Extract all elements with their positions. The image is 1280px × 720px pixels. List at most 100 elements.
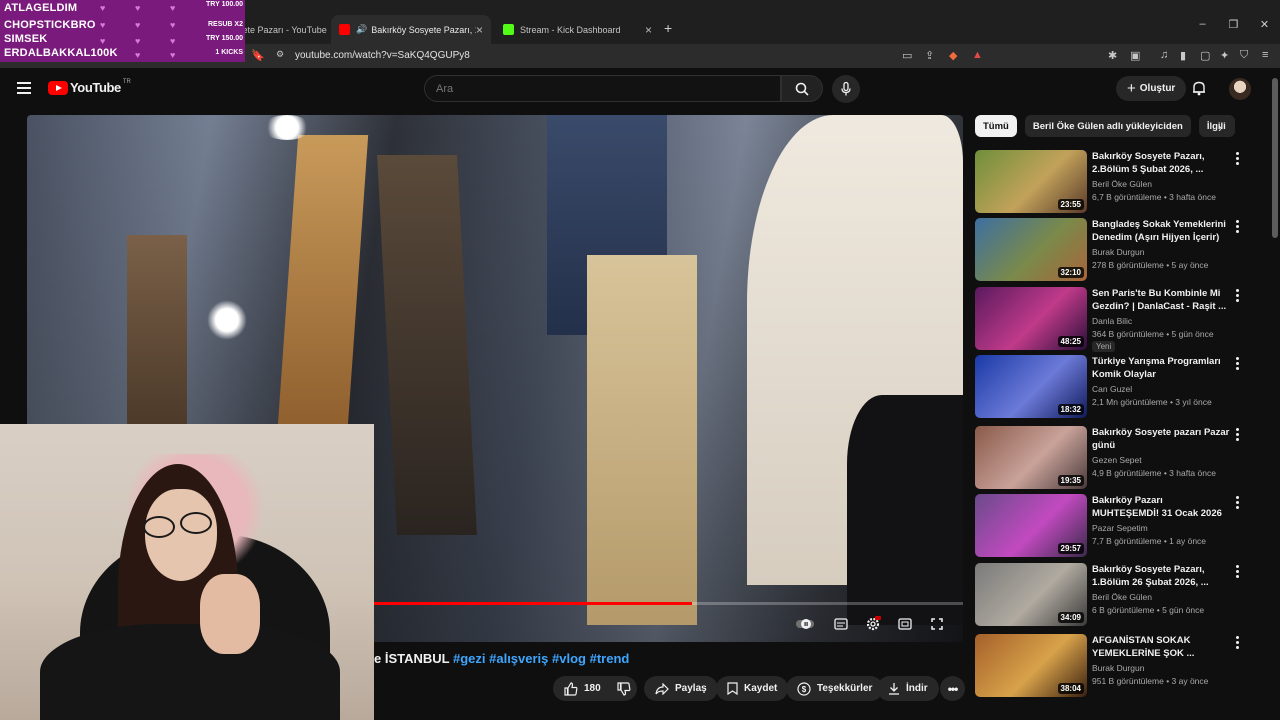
voice-search-button[interactable] <box>832 75 860 103</box>
subtitles-button[interactable] <box>830 615 852 633</box>
site-info-icon[interactable]: ⚙ <box>276 49 284 60</box>
restore-icon[interactable]: ❐ <box>1218 18 1249 31</box>
minimize-icon[interactable]: – <box>1187 18 1218 31</box>
settings-button[interactable] <box>862 615 884 633</box>
hamburger-menu-icon[interactable] <box>17 82 31 94</box>
cast-icon[interactable]: ▭ <box>902 49 912 62</box>
heart-icon: ♥ <box>100 36 106 46</box>
more-vertical-icon[interactable] <box>1236 152 1240 167</box>
rewards-icon[interactable]: ▲ <box>972 49 983 61</box>
menu-icon[interactable]: ≡ <box>1262 49 1268 61</box>
tab-youtube-active[interactable]: 🔊 Bakırköy Sosyete Pazarı, 1.Bölüm × <box>331 15 491 44</box>
recommendation-item[interactable]: 38:04 AFGANİSTAN SOKAK YEMEKLERİNE ŞOK ..… <box>975 634 1265 698</box>
theater-mode-button[interactable] <box>894 615 916 633</box>
hashtag-link[interactable]: #alışveriş <box>489 651 548 666</box>
recommendation-item[interactable]: 32:10 Bangladeş Sokak Yemeklerini Denedim… <box>975 218 1265 282</box>
extensions-icon[interactable]: ✱ <box>1108 49 1117 62</box>
channel-name[interactable]: Gezen Sepet <box>1092 455 1142 465</box>
recommendation-item[interactable]: 19:35 Bakırköy Sosyete pazarı Pazar günü G… <box>975 426 1265 490</box>
video-thumbnail[interactable]: 19:35 <box>975 426 1087 489</box>
create-button[interactable]: + Oluştur <box>1116 76 1187 101</box>
video-thumbnail[interactable]: 38:04 <box>975 634 1087 697</box>
recommendation-title[interactable]: Bangladeş Sokak Yemeklerini Denedim (Aşı… <box>1092 218 1230 244</box>
search-field[interactable] <box>424 75 781 102</box>
close-tab-icon[interactable]: × <box>476 23 483 37</box>
recommendation-item[interactable]: 23:55 Bakırköy Sosyete Pazarı, 2.Bölüm 5 … <box>975 150 1265 214</box>
more-vertical-icon[interactable] <box>1236 220 1240 235</box>
more-vertical-icon[interactable] <box>1236 357 1240 372</box>
recommendation-item[interactable]: 48:25 Sen Paris'te Bu Kombinle Mi Gezdin?… <box>975 287 1265 352</box>
new-tab-icon[interactable]: + <box>664 20 672 36</box>
channel-name[interactable]: Burak Durgun <box>1092 247 1144 257</box>
dislike-button[interactable] <box>617 681 631 696</box>
recommendation-title[interactable]: Bakırköy Pazarı MUHTEŞEMDİ! 31 Ocak 2026… <box>1092 494 1230 520</box>
wallet-icon[interactable]: ▢ <box>1200 49 1210 62</box>
more-vertical-icon[interactable] <box>1236 289 1240 304</box>
recommendation-item[interactable]: 34:09 Bakırköy Sosyete Pazarı, 1.Bölüm 26… <box>975 563 1265 627</box>
share-page-icon[interactable]: ⇪ <box>925 49 934 62</box>
search-input[interactable] <box>425 76 780 101</box>
video-thumbnail[interactable]: 23:55 <box>975 150 1087 213</box>
close-tab-icon[interactable]: × <box>645 23 652 37</box>
hashtag-link[interactable]: #gezi <box>453 651 486 666</box>
bookmark-icon[interactable]: 🔖 <box>251 49 265 62</box>
video-thumbnail[interactable]: 48:25 <box>975 287 1087 350</box>
more-vertical-icon[interactable] <box>1236 496 1240 511</box>
hashtag-link[interactable]: #vlog <box>552 651 586 666</box>
close-window-icon[interactable]: ✕ <box>1249 18 1280 31</box>
channel-name[interactable]: Danla Bilic <box>1092 316 1132 326</box>
recommendation-title[interactable]: AFGANİSTAN SOKAK YEMEKLERİNE ŞOK ... <box>1092 634 1230 660</box>
notifications-button[interactable] <box>1192 80 1206 101</box>
recommendation-title[interactable]: Bakırköy Sosyete pazarı Pazar günü <box>1092 426 1230 452</box>
like-button[interactable] <box>564 681 578 696</box>
chevron-right-icon[interactable]: › <box>1218 120 1222 135</box>
share-button[interactable]: Paylaş <box>644 676 718 701</box>
recommendation-title[interactable]: Sen Paris'te Bu Kombinle Mi Gezdin? | Da… <box>1092 287 1230 313</box>
leo-icon[interactable]: ✦ <box>1220 49 1229 62</box>
heart-icon: ♥ <box>135 3 141 13</box>
vpn-icon[interactable]: ⛉ <box>1240 49 1248 62</box>
logo-text: YouTube <box>70 80 121 95</box>
search-button[interactable] <box>781 75 823 102</box>
more-vertical-icon[interactable] <box>1236 428 1240 443</box>
chip-all[interactable]: Tümü <box>975 115 1017 137</box>
more-vertical-icon[interactable] <box>1236 636 1240 651</box>
recommendation-title[interactable]: Bakırköy Sosyete Pazarı, 2.Bölüm 5 Şubat… <box>1092 150 1230 176</box>
thanks-button[interactable]: $ Teşekkürler <box>786 676 884 701</box>
brave-shield-icon[interactable]: ◆ <box>949 49 957 62</box>
share-icon <box>655 682 669 695</box>
tab-kick[interactable]: Stream - Kick Dashboard × <box>495 15 660 44</box>
video-thumbnail[interactable]: 29:57 <box>975 494 1087 557</box>
download-button[interactable]: İndir <box>877 676 939 701</box>
channel-name[interactable]: Beril Öke Gülen <box>1092 592 1152 602</box>
channel-name[interactable]: Beril Öke Gülen <box>1092 179 1152 189</box>
channel-name[interactable]: Burak Durgun <box>1092 663 1144 673</box>
video-thumbnail[interactable]: 34:09 <box>975 563 1087 626</box>
autoplay-toggle[interactable] <box>794 615 816 633</box>
more-actions-button[interactable]: ••• <box>940 676 965 701</box>
hashtag-link[interactable]: #trend <box>590 651 630 666</box>
sidebar-icon[interactable]: ▮ <box>1180 49 1186 62</box>
scrollbar[interactable] <box>1272 78 1278 238</box>
fullscreen-button[interactable] <box>926 615 948 633</box>
more-vertical-icon[interactable] <box>1236 565 1240 580</box>
bookmark-save-icon <box>727 682 738 695</box>
video-thumbnail[interactable]: 32:10 <box>975 218 1087 281</box>
url-text[interactable]: youtube.com/watch?v=SaKQ4QGUPy8 <box>295 50 470 61</box>
media-icon[interactable]: ♫ <box>1160 49 1168 61</box>
recommendation-title[interactable]: Bakırköy Sosyete Pazarı, 1.Bölüm 26 Şuba… <box>1092 563 1230 589</box>
microphone-icon <box>841 82 851 96</box>
account-avatar[interactable] <box>1229 78 1251 100</box>
video-thumbnail[interactable]: 18:32 <box>975 355 1087 418</box>
chip-related[interactable]: İlgili <box>1198 115 1235 137</box>
screenshot-icon[interactable]: ▣ <box>1130 49 1140 62</box>
recommendation-item[interactable]: 18:32 Türkiye Yarışma Programları Komik O… <box>975 355 1265 419</box>
channel-name[interactable]: Can Guzel <box>1092 384 1132 394</box>
duration-badge: 38:04 <box>1057 683 1084 694</box>
youtube-logo[interactable]: YouTube TR <box>48 79 131 95</box>
channel-name[interactable]: Pazar Sepetim <box>1092 523 1148 533</box>
save-button[interactable]: Kaydet <box>716 676 789 701</box>
chip-uploader[interactable]: Beril Öke Gülen adlı yükleyiciden <box>1024 115 1191 137</box>
recommendation-item[interactable]: 29:57 Bakırköy Pazarı MUHTEŞEMDİ! 31 Ocak… <box>975 494 1265 558</box>
recommendation-title[interactable]: Türkiye Yarışma Programları Komik Olayla… <box>1092 355 1230 381</box>
